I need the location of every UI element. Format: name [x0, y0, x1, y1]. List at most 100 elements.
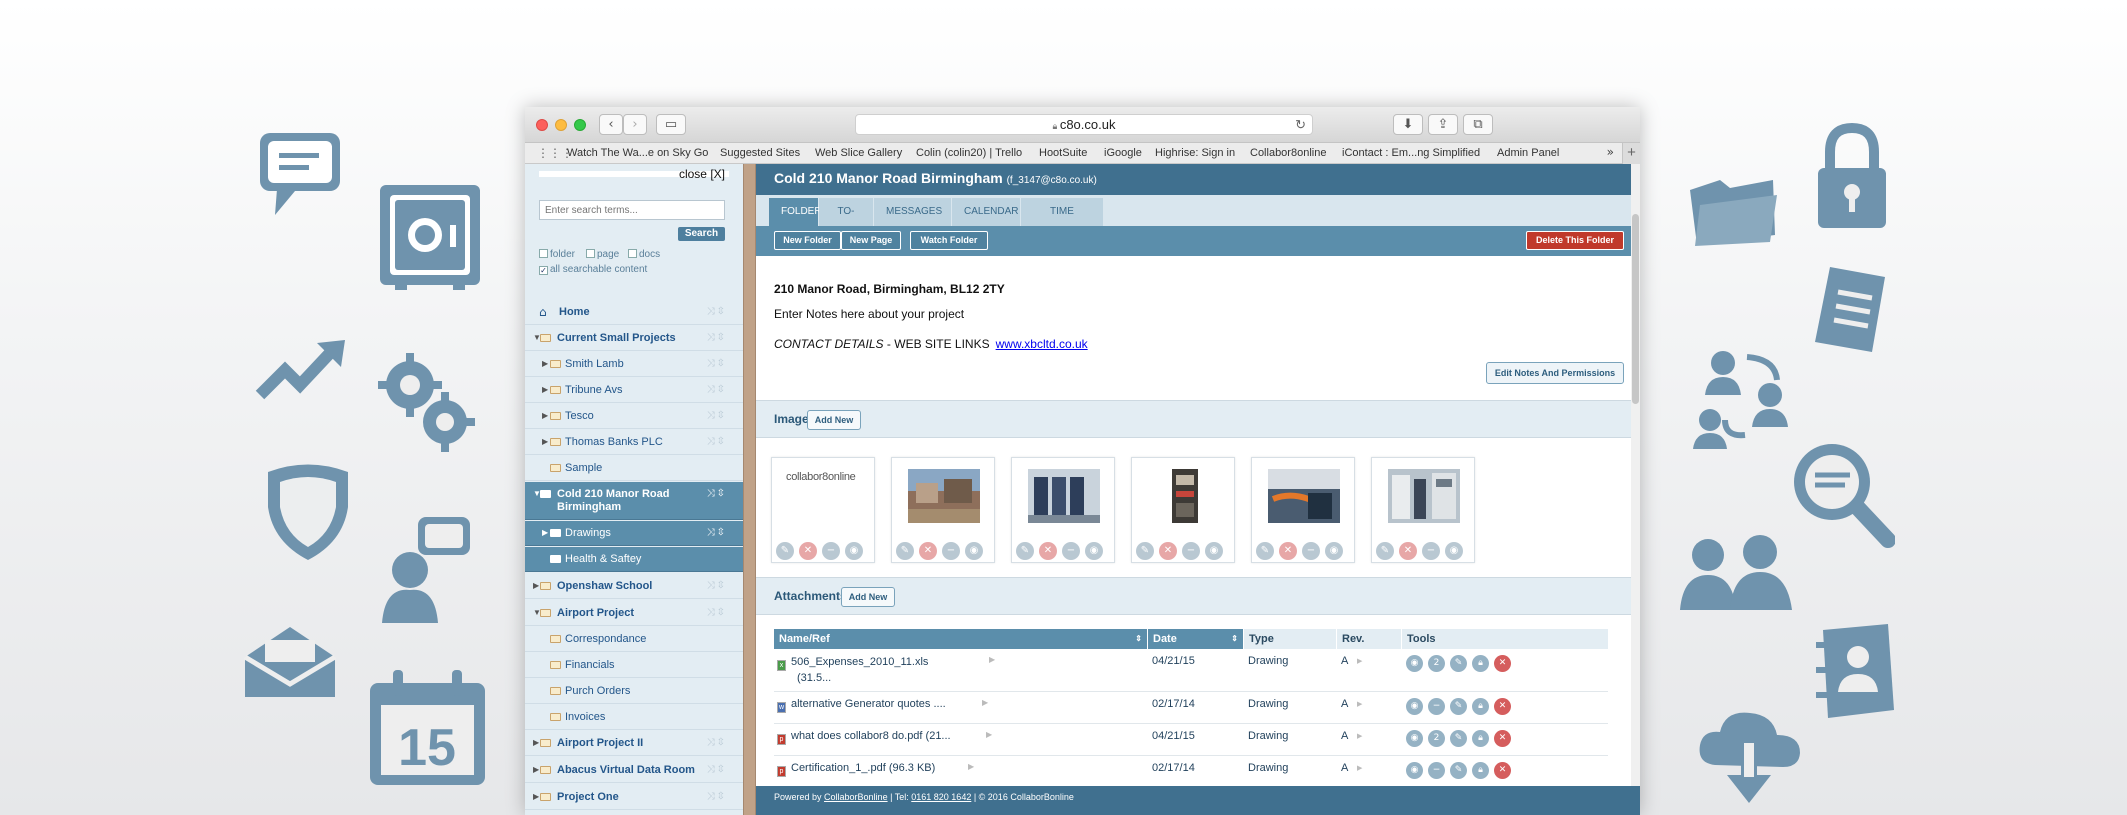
move-controls-icon[interactable]: ⤨⇳ [707, 737, 727, 748]
image-card[interactable]: ✎ ✕ − ◉ [891, 457, 995, 563]
move-controls-icon[interactable]: ⤨⇳ [707, 580, 727, 591]
back-button[interactable]: ‹ [599, 114, 623, 135]
favorite-link[interactable]: Highrise: Sign in [1155, 147, 1235, 159]
sidebar-item-project-one[interactable]: ▶ Project One ⤨⇳ [525, 785, 743, 810]
image-card[interactable]: ✎ ✕ − ◉ [1011, 457, 1115, 563]
minimize-window-button[interactable] [555, 119, 567, 131]
share-icon[interactable]: ⇪ [1428, 114, 1458, 135]
view-icon[interactable]: ◉ [965, 542, 983, 560]
delete-icon[interactable]: ✕ [1494, 730, 1511, 747]
sidebar-item-correspondance[interactable]: Correspondance [525, 627, 743, 652]
expand-arrow-icon[interactable]: ▶ [533, 581, 539, 590]
play-icon[interactable]: ▶ [968, 762, 974, 771]
sidebar-item-airport-project-ii[interactable]: ▶ Airport Project II ⤨⇳ [525, 731, 743, 756]
delete-icon[interactable]: ✕ [1279, 542, 1297, 560]
file-name[interactable]: x 506_Expenses_2010_11.xls (31.5... [777, 655, 1017, 685]
lock-icon[interactable]: 🔒︎ [1472, 762, 1489, 779]
filter-folder[interactable]: folder [539, 249, 575, 260]
move-controls-icon[interactable]: ⤨⇳ [707, 410, 727, 421]
search-button[interactable]: Search [678, 227, 725, 241]
scrollbar[interactable] [1631, 164, 1640, 815]
sidebar-item-tribune-avs[interactable]: ▶ Tribune Avs ⤨⇳ [525, 378, 743, 403]
add-image-button[interactable]: Add New [807, 410, 861, 430]
play-icon[interactable]: ▶ [1357, 700, 1362, 708]
delete-icon[interactable]: ✕ [799, 542, 817, 560]
new-page-button[interactable]: New Page [841, 231, 901, 250]
zoom-window-button[interactable] [574, 119, 586, 131]
sidebar-item-sample[interactable]: Sample [525, 456, 743, 481]
minus-icon[interactable]: − [822, 542, 840, 560]
checkbox-checked[interactable]: ✓ [539, 266, 548, 275]
favorite-link[interactable]: Suggested Sites [720, 147, 800, 159]
close-window-button[interactable] [536, 119, 548, 131]
view-icon[interactable]: ◉ [1325, 542, 1343, 560]
scrollbar-thumb[interactable] [1632, 214, 1639, 404]
sidebar-close-link[interactable]: close [X] [679, 167, 725, 181]
tab-messages[interactable]: MESSAGES [874, 198, 951, 226]
download-icon[interactable]: ⬇ [1393, 114, 1423, 135]
column-header-date[interactable]: Date ⇕ [1148, 629, 1243, 649]
sidebar-item-tesco[interactable]: ▶ Tesco ⤨⇳ [525, 404, 743, 429]
move-controls-icon[interactable]: ⤨⇳ [707, 527, 727, 538]
image-card[interactable]: ✎ ✕ − ◉ [1131, 457, 1235, 563]
sidebar-item-openshaw-school[interactable]: ▶ Openshaw School ⤨⇳ [525, 574, 743, 599]
edit-icon[interactable]: ✎ [1256, 542, 1274, 560]
delete-folder-button[interactable]: Delete This Folder [1526, 231, 1624, 250]
filter-docs[interactable]: docs [628, 249, 660, 260]
address-bar[interactable]: 🔒︎ c8o.co.uk ↻ [855, 114, 1313, 135]
play-icon[interactable]: ▶ [982, 698, 988, 707]
image-card[interactable]: collabor8online ✎ ✕ − ◉ [771, 457, 875, 563]
play-icon[interactable]: ▶ [986, 730, 992, 739]
edit-icon[interactable]: ✎ [896, 542, 914, 560]
new-folder-button[interactable]: New Folder [774, 231, 841, 250]
expand-arrow-icon[interactable]: ▶ [533, 792, 539, 801]
favorite-link[interactable]: Collabor8online [1250, 147, 1326, 159]
minus-icon[interactable]: − [1428, 762, 1445, 779]
expand-arrow-icon[interactable]: ▶ [542, 359, 548, 368]
move-controls-icon[interactable]: ⤨⇳ [707, 436, 727, 447]
expand-arrow-icon[interactable]: ▶ [542, 528, 548, 537]
move-controls-icon[interactable]: ⤨⇳ [707, 764, 727, 775]
favorite-link[interactable]: Admin Panel [1497, 147, 1559, 159]
play-icon[interactable]: ▶ [989, 655, 995, 664]
favorite-link[interactable]: iContact : Em...ng Simplified [1342, 147, 1480, 159]
version-count-badge[interactable]: 2 [1428, 655, 1445, 672]
image-card[interactable]: ✎ ✕ − ◉ [1251, 457, 1355, 563]
expand-arrow-icon[interactable]: ▶ [533, 765, 539, 774]
column-header-name[interactable]: Name/Ref ⇕ [774, 629, 1147, 649]
sidebar-item-thomas-banks-plc[interactable]: ▶ Thomas Banks PLC ⤨⇳ [525, 430, 743, 455]
tab-folder[interactable]: FOLDER [769, 198, 822, 226]
sidebar-item-smith-lamb[interactable]: ▶ Smith Lamb ⤨⇳ [525, 352, 743, 377]
delete-icon[interactable]: ✕ [1494, 655, 1511, 672]
favorite-link[interactable]: Web Slice Gallery [815, 147, 902, 159]
view-icon[interactable]: ◉ [1406, 762, 1423, 779]
footer-phone-link[interactable]: 0161 820 1642 [911, 792, 971, 802]
delete-icon[interactable]: ✕ [1399, 542, 1417, 560]
sidebar-resize-handle[interactable] [743, 164, 756, 815]
edit-notes-button[interactable]: Edit Notes And Permissions [1486, 362, 1624, 384]
edit-icon[interactable]: ✎ [1136, 542, 1154, 560]
minus-icon[interactable]: − [1302, 542, 1320, 560]
footer-brand-link[interactable]: CollaborBonline [824, 792, 888, 802]
play-icon[interactable]: ▶ [1357, 732, 1362, 740]
sidebar-item-airport-project[interactable]: ▼ Airport Project ⤨⇳ [525, 601, 743, 626]
expand-arrow-icon[interactable]: ▶ [533, 738, 539, 747]
lock-icon[interactable]: 🔒︎ [1472, 730, 1489, 747]
move-controls-icon[interactable]: ⤨⇳ [707, 488, 727, 499]
view-icon[interactable]: ◉ [1085, 542, 1103, 560]
add-attachment-button[interactable]: Add New [841, 587, 895, 607]
move-controls-icon[interactable]: ⤨⇳ [707, 306, 727, 317]
view-icon[interactable]: ◉ [845, 542, 863, 560]
filter-all-content[interactable]: ✓ all searchable content [539, 264, 647, 275]
file-name[interactable]: w alternative Generator quotes .... [777, 698, 946, 713]
checkbox[interactable] [539, 249, 548, 258]
minus-icon[interactable]: − [1062, 542, 1080, 560]
sort-icon[interactable]: ⇕ [1135, 629, 1142, 649]
minus-icon[interactable]: − [1422, 542, 1440, 560]
tab-calendar[interactable]: CALENDAR [952, 198, 1020, 226]
favorite-link[interactable]: iGoogle [1104, 147, 1142, 159]
edit-icon[interactable]: ✎ [1450, 698, 1467, 715]
move-controls-icon[interactable]: ⤨⇳ [707, 358, 727, 369]
edit-icon[interactable]: ✎ [1450, 762, 1467, 779]
view-icon[interactable]: ◉ [1406, 730, 1423, 747]
